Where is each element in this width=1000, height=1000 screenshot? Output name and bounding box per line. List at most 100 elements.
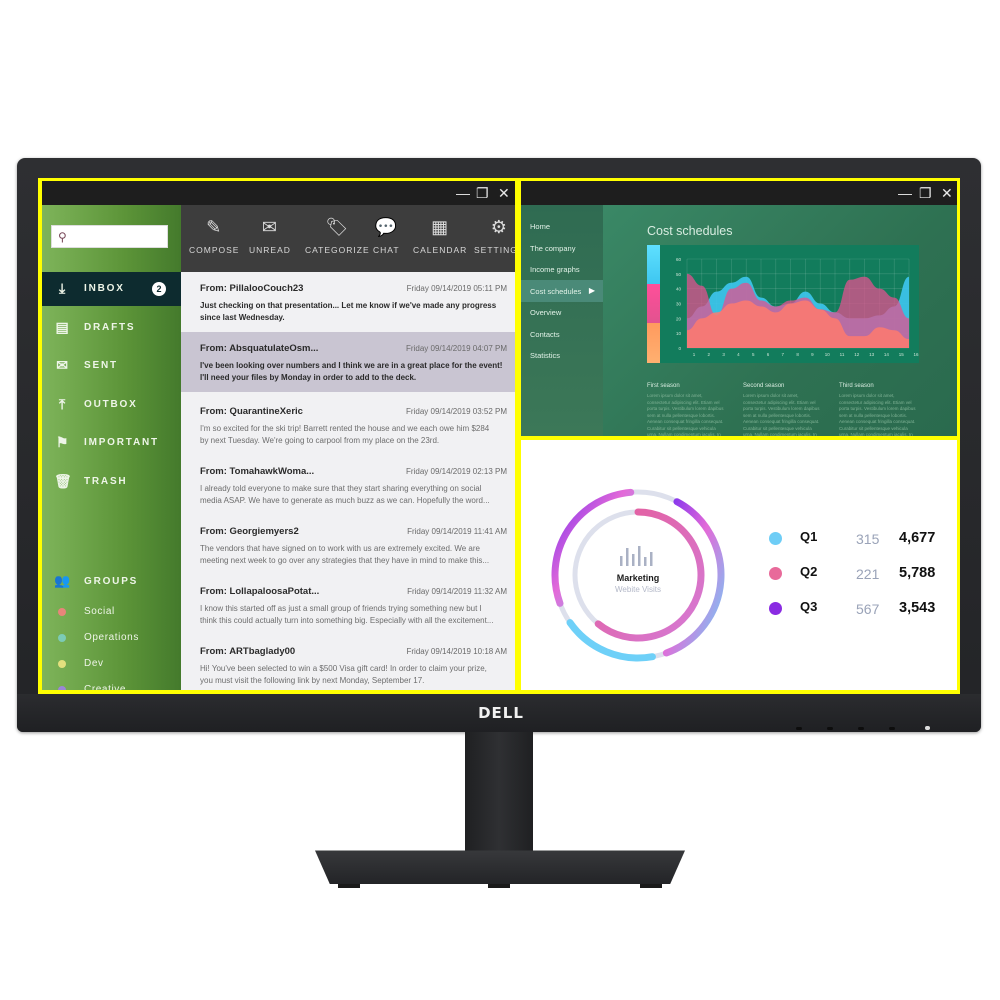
power-button[interactable] [925,726,930,730]
toolbar-settings[interactable]: ⚙ SETTINGS [474,215,515,255]
group-operations[interactable]: Operations [42,628,181,648]
nav-the-company[interactable]: The company [521,237,603,259]
nav-contacts[interactable]: Contacts [521,323,603,345]
group-dev[interactable]: Dev [42,654,181,674]
cost-chart: 0 10 20 30 40 50 60 1 2 3 4 5 6 7 8 9 10 11 12 13 14 15 16 [647,245,919,363]
close-button[interactable]: ✕ [941,184,953,202]
x-tick-label: 9 [811,352,814,357]
toolbar-label: UNREAD [249,245,291,255]
toolbar-chat[interactable]: 💬 CHAT [373,215,400,255]
nav-statistics[interactable]: Statistics [521,344,603,366]
users-icon: 👥 [54,573,72,588]
minimize-button[interactable]: — [456,184,470,202]
preview-line: media ASAP. We have to generate as much … [200,496,490,505]
nav-label: The company [530,243,576,253]
monitor-button[interactable] [827,727,833,730]
y-tick-label: 20 [676,316,682,321]
x-tick-label: 13 [869,352,875,357]
message-date: Friday 09/14/2019 04:07 PM [406,344,507,353]
message-row[interactable]: From: ARTbaglady00 Friday 09/14/2019 10:1… [181,635,515,690]
y-tick-label: 10 [676,331,682,336]
folder-trash[interactable]: 🗑 TRASH [42,465,181,499]
message-row[interactable]: From: TomahawkWoma... Friday 09/14/2019 0… [181,455,515,515]
season-block: Third season Lorem ipsum dolor sit amet, … [839,383,919,436]
bar-chart-icon-bar [644,557,647,566]
nav-label: Statistics [530,351,561,360]
restore-button[interactable]: ❐ [919,184,932,202]
toolbar-compose[interactable]: ✎ COMPOSE [189,215,239,255]
envelope-icon: ✉ [261,217,278,237]
folder-drafts[interactable]: ▤ DRAFTS [42,311,181,345]
restore-button[interactable]: ❐ [476,184,489,202]
message-row[interactable]: From: PillalooCouch23 Friday 09/14/2019 0… [181,272,515,332]
quarter-label: Q3 [800,599,818,614]
unread-badge: 2 [152,282,166,296]
folder-label: DRAFTS [84,321,136,333]
x-tick-label: 15 [899,352,905,357]
season-title: Third season [839,383,874,389]
group-color-dot [58,634,66,642]
groups-label: GROUPS [84,576,139,587]
message-preview: Hi! You've been selected to win a $500 V… [200,663,507,687]
group-social[interactable]: Social [42,602,181,622]
close-button[interactable]: ✕ [498,184,510,202]
message-row[interactable]: From: Georgiemyers2 Friday 09/14/2019 11:… [181,515,515,575]
y-tick-label: 0 [678,346,681,351]
bar-chart-icon-bar [638,546,641,566]
x-tick-label: 2 [708,352,711,357]
message-preview: I've been looking over numbers and I thi… [200,360,507,384]
search-icon: ⚲ [58,230,67,244]
title-bar: — ❐ ✕ [521,181,957,205]
monitor-button[interactable] [796,727,802,730]
groups-header[interactable]: 👥 GROUPS [42,570,181,594]
toolbar-unread[interactable]: ✉ UNREAD [249,215,291,255]
title-bar: — ❐ ✕ [42,181,515,205]
toolbar-calendar[interactable]: ▦ CALENDAR [413,215,467,255]
folder-inbox[interactable]: ⤓ INBOX 2 [42,272,181,306]
tag-icon: 🏷 [325,217,350,237]
preview-line: by next Tuesday. We're going to carpool … [200,436,440,445]
minimize-button[interactable]: — [898,184,912,202]
nav-cost-schedules[interactable]: Cost schedules ▶ [521,279,603,302]
nav-income-graphs[interactable]: Income graphs [521,258,603,280]
x-tick-label: 1 [693,352,696,357]
folder-label: OUTBOX [84,398,138,410]
preview-line: since last Wednesday. [200,313,285,322]
quarter-label: Q1 [800,529,818,544]
nav-label: Home [530,222,551,231]
preview-line: think this could actually turn into some… [200,616,494,625]
toolbar-label: CATEGORIZE [305,245,370,255]
quarter-color-dot [769,567,782,580]
nav-overview[interactable]: Overview [521,301,603,323]
quarter-value-secondary: 315 [856,531,880,547]
season-title: First season [647,383,680,389]
group-creative[interactable]: Creative [42,680,181,690]
group-label: Operations [84,632,139,643]
nav-label: Income graphs [530,265,580,274]
message-list: From: PillalooCouch23 Friday 09/14/2019 0… [181,272,515,690]
message-row[interactable]: From: QuarantineXeric Friday 09/14/2019 0… [181,395,515,455]
message-preview: I'm so excited for the ski trip! Barrett… [200,423,507,447]
message-row[interactable]: From: AbsquatulateOsm... Friday 09/14/201… [181,332,515,392]
preview-line: meeting next week to go over any strateg… [200,556,490,565]
x-tick-label: 14 [884,352,890,357]
search-input[interactable]: ⚲ [51,225,168,248]
monitor-button[interactable] [889,727,895,730]
season-body: Lorem ipsum dolor sit amet, consectetur … [743,393,820,436]
y-tick-label: 60 [676,257,682,262]
preview-line: I'll need your files by Monday in order … [200,373,417,382]
folder-outbox[interactable]: ⤒ OUTBOX [42,388,181,422]
folder-important[interactable]: ⚑ IMPORTANT [42,426,181,460]
x-tick-label: 6 [767,352,770,357]
preview-line: The vendors that have signed on to work … [200,544,480,553]
bar-chart-icon-bar [620,556,623,566]
monitor-button[interactable] [858,727,864,730]
quarter-row: Q2 221 5,788 [769,562,949,586]
message-row[interactable]: From: LollapaloosaPotat... Friday 09/14/2… [181,575,515,635]
monitor-neck [465,732,533,854]
folder-sent[interactable]: ✉ SENT [42,349,181,383]
monitor-foot [338,884,360,888]
flag-icon: ⚑ [55,434,71,451]
toolbar-categorize[interactable]: 🏷 CATEGORIZE [305,215,370,255]
nav-home[interactable]: Home [521,215,603,237]
